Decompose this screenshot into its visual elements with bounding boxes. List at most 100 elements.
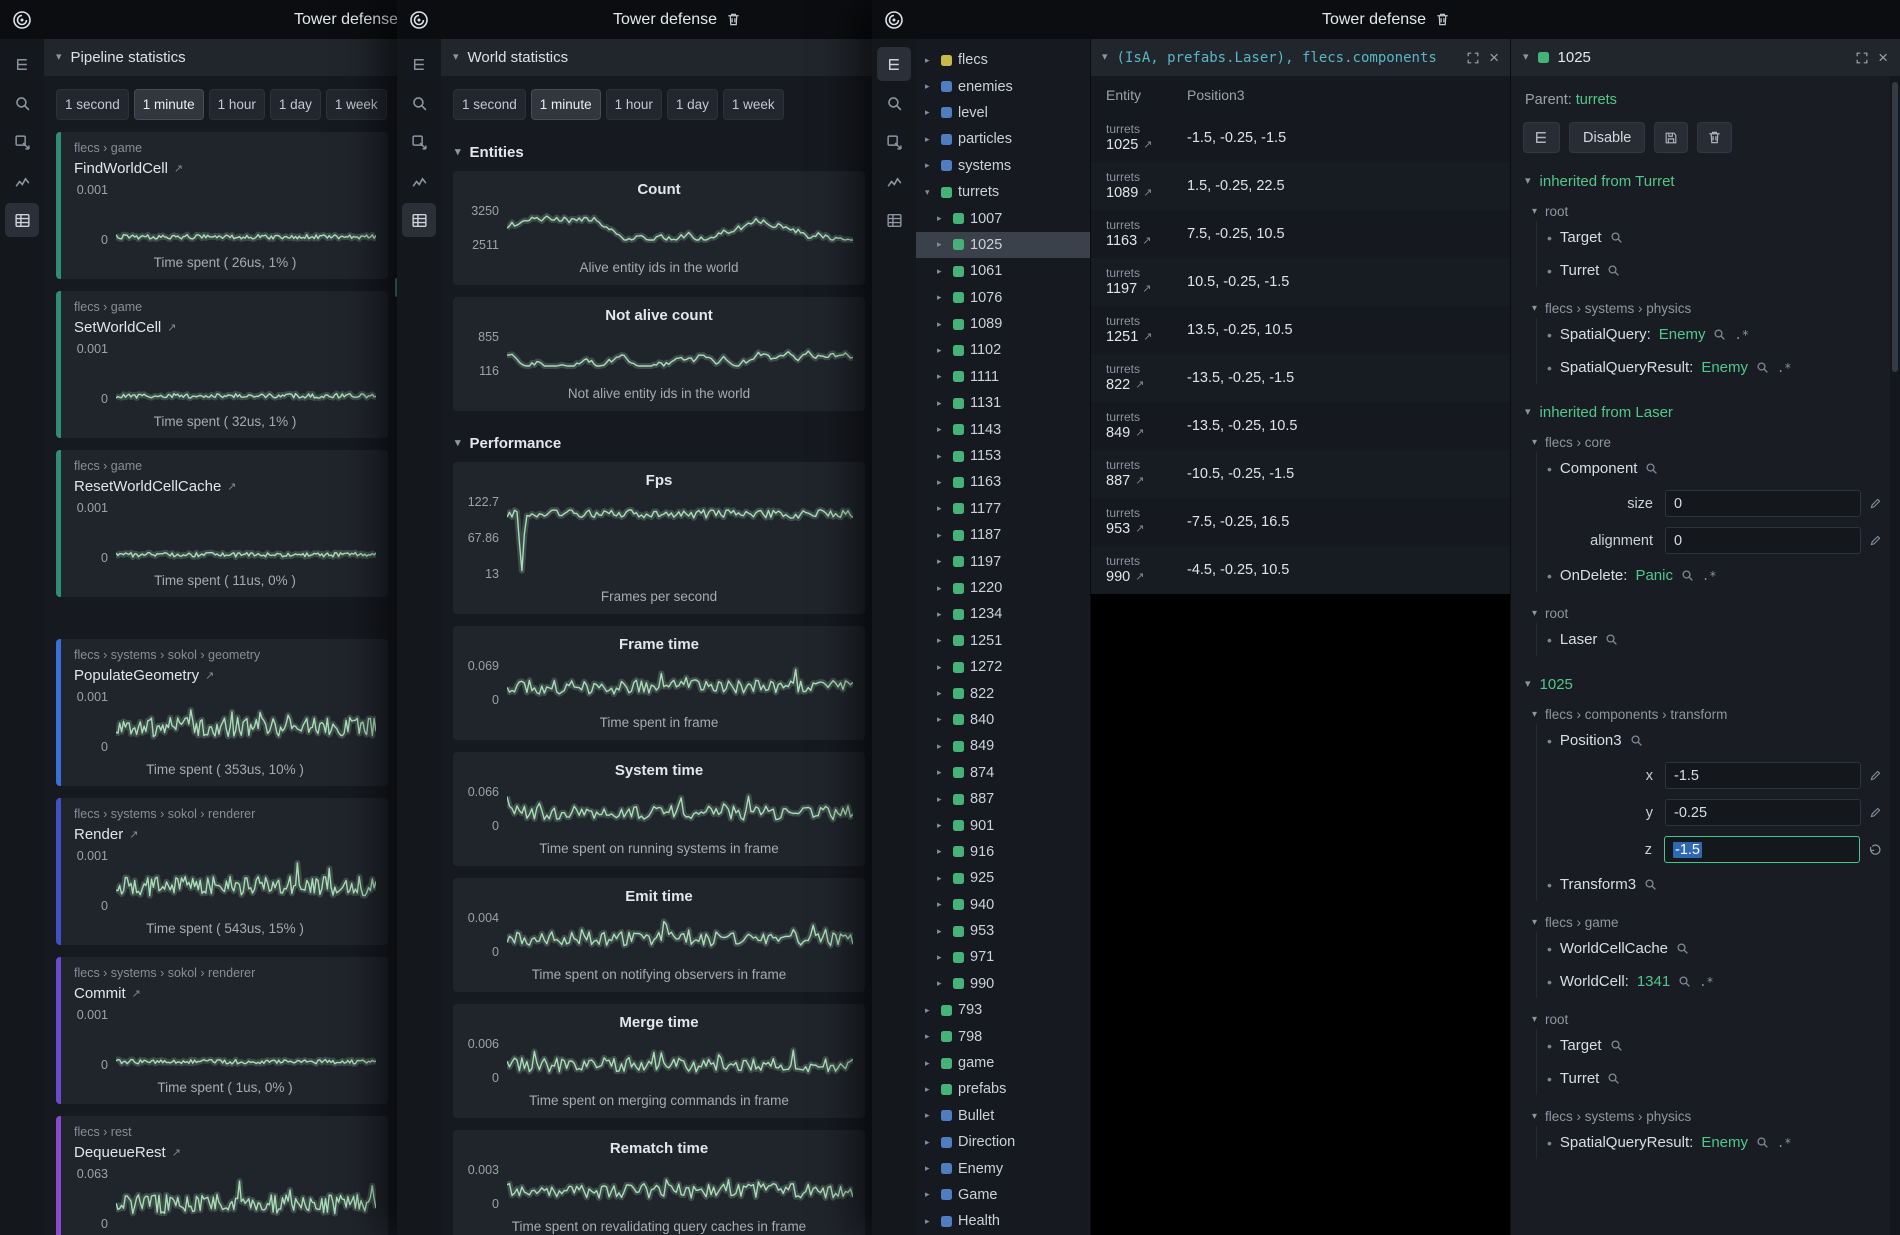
external-link-icon[interactable]: ↗ bbox=[205, 669, 214, 682]
chevron-right-icon[interactable]: ▸ bbox=[925, 134, 935, 145]
query-expression[interactable]: (IsA, prefabs.Laser), flecs.components bbox=[1117, 50, 1458, 66]
chevron-right-icon[interactable]: ▸ bbox=[937, 345, 947, 356]
external-link-icon[interactable]: ↗ bbox=[1142, 235, 1151, 248]
chevron-right-icon[interactable]: ▸ bbox=[937, 741, 947, 752]
time-range-1-hour[interactable]: 1 hour bbox=[606, 89, 662, 120]
time-range-1-hour[interactable]: 1 hour bbox=[209, 89, 265, 120]
component-path[interactable]: ▾root bbox=[1532, 204, 1884, 219]
external-link-icon[interactable]: ↗ bbox=[1135, 379, 1144, 392]
column-header-position3[interactable]: Position3 bbox=[1187, 87, 1245, 103]
chevron-down-icon[interactable]: ▾ bbox=[1102, 52, 1108, 63]
chevron-right-icon[interactable]: ▸ bbox=[937, 503, 947, 514]
tree-item-level[interactable]: ▸level bbox=[916, 100, 1090, 126]
time-range-1-day[interactable]: 1 day bbox=[270, 89, 321, 120]
tree-item-971[interactable]: ▸971 bbox=[916, 944, 1090, 970]
inspect-tool-button[interactable] bbox=[402, 125, 436, 159]
tree-item-Health[interactable]: ▸Health bbox=[916, 1208, 1090, 1234]
tree-item-874[interactable]: ▸874 bbox=[916, 760, 1090, 786]
chevron-right-icon[interactable]: ▸ bbox=[925, 107, 935, 118]
edit-icon[interactable] bbox=[1869, 534, 1882, 547]
component-row[interactable]: •WorldCellCache bbox=[1537, 932, 1884, 965]
component-row[interactable]: •Laser bbox=[1537, 623, 1884, 656]
chevron-right-icon[interactable]: ▸ bbox=[925, 160, 935, 171]
tree-item-Enemy[interactable]: ▸Enemy bbox=[916, 1155, 1090, 1181]
value-input-size[interactable]: 0 bbox=[1665, 490, 1861, 517]
chart-tool-button[interactable] bbox=[402, 164, 436, 198]
query-result-row[interactable]: turrets1251↗13.5, -0.25, 10.5 bbox=[1091, 306, 1510, 354]
component-value[interactable]: Panic bbox=[1635, 567, 1673, 584]
table-tool-button[interactable] bbox=[402, 203, 436, 237]
chevron-right-icon[interactable]: ▸ bbox=[925, 1058, 935, 1069]
tree-item-793[interactable]: ▸793 bbox=[916, 997, 1090, 1023]
tree-item-1143[interactable]: ▸1143 bbox=[916, 416, 1090, 442]
chevron-right-icon[interactable]: ▸ bbox=[937, 662, 947, 673]
component-row[interactable]: •Target bbox=[1537, 221, 1884, 254]
tree-item-enemies[interactable]: ▸enemies bbox=[916, 73, 1090, 99]
query-result-row[interactable]: turrets1025↗-1.5, -0.25, -1.5 bbox=[1091, 114, 1510, 162]
tree-item-822[interactable]: ▸822 bbox=[916, 680, 1090, 706]
chevron-right-icon[interactable]: ▸ bbox=[937, 926, 947, 937]
chevron-right-icon[interactable]: ▸ bbox=[925, 1031, 935, 1042]
section-header[interactable]: ▾Entities bbox=[453, 132, 865, 171]
tree-item-940[interactable]: ▸940 bbox=[916, 892, 1090, 918]
search-icon[interactable] bbox=[1610, 1039, 1623, 1052]
component-row[interactable]: •Target bbox=[1537, 1029, 1884, 1062]
external-link-icon[interactable]: ↗ bbox=[1135, 475, 1144, 488]
tree-item-916[interactable]: ▸916 bbox=[916, 839, 1090, 865]
entity-id[interactable]: 1089 bbox=[1106, 185, 1138, 202]
chevron-right-icon[interactable]: ▸ bbox=[937, 767, 947, 778]
chevron-right-icon[interactable]: ▸ bbox=[925, 1110, 935, 1121]
table-tool-button[interactable] bbox=[5, 203, 39, 237]
tree-item-1111[interactable]: ▸1111 bbox=[916, 364, 1090, 390]
edit-icon[interactable] bbox=[1869, 806, 1882, 819]
chevron-right-icon[interactable]: ▸ bbox=[937, 266, 947, 277]
component-row[interactable]: •SpatialQuery:Enemy.* bbox=[1537, 318, 1884, 351]
external-link-icon[interactable]: ↗ bbox=[1135, 427, 1144, 440]
chevron-right-icon[interactable]: ▸ bbox=[925, 1005, 935, 1016]
tree-item-systems[interactable]: ▸systems bbox=[916, 153, 1090, 179]
chevron-right-icon[interactable]: ▸ bbox=[925, 1163, 935, 1174]
table-tool-button[interactable] bbox=[877, 203, 911, 237]
tree-tool-button[interactable] bbox=[402, 47, 436, 81]
chevron-right-icon[interactable]: ▸ bbox=[937, 477, 947, 488]
chevron-right-icon[interactable]: ▸ bbox=[937, 978, 947, 989]
component-path[interactable]: ▾flecs › core bbox=[1532, 435, 1884, 450]
chevron-right-icon[interactable]: ▸ bbox=[937, 239, 947, 250]
query-result-row[interactable]: turrets822↗-13.5, -0.25, -1.5 bbox=[1091, 354, 1510, 402]
time-range-1-week[interactable]: 1 week bbox=[723, 89, 784, 120]
tree-item-840[interactable]: ▸840 bbox=[916, 707, 1090, 733]
expand-icon[interactable] bbox=[1855, 51, 1869, 65]
search-icon[interactable] bbox=[1756, 361, 1769, 374]
external-link-icon[interactable]: ↗ bbox=[167, 321, 176, 334]
stat-name[interactable]: DequeueRest↗ bbox=[74, 1141, 376, 1163]
component-value[interactable]: 1341 bbox=[1637, 973, 1670, 990]
chevron-right-icon[interactable]: ▸ bbox=[937, 714, 947, 725]
time-range-1-week[interactable]: 1 week bbox=[326, 89, 387, 120]
chevron-right-icon[interactable]: ▸ bbox=[937, 398, 947, 409]
search-icon[interactable] bbox=[1678, 975, 1691, 988]
entity-id[interactable]: 953 bbox=[1106, 521, 1130, 538]
chevron-right-icon[interactable]: ▸ bbox=[937, 635, 947, 646]
expand-icon[interactable] bbox=[1466, 51, 1480, 65]
search-tool-button[interactable] bbox=[877, 86, 911, 120]
entity-id[interactable]: 849 bbox=[1106, 425, 1130, 442]
chevron-right-icon[interactable]: ▸ bbox=[937, 846, 947, 857]
component-path[interactable]: ▾flecs › game bbox=[1532, 915, 1884, 930]
inspector-group-header[interactable]: ▾inherited from Laser bbox=[1525, 404, 1884, 421]
search-icon[interactable] bbox=[1605, 633, 1618, 646]
chart-tool-button[interactable] bbox=[877, 164, 911, 198]
chevron-right-icon[interactable]: ▸ bbox=[937, 794, 947, 805]
query-result-row[interactable]: turrets1197↗10.5, -0.25, -1.5 bbox=[1091, 258, 1510, 306]
search-icon[interactable] bbox=[1645, 462, 1658, 475]
close-icon[interactable]: × bbox=[1489, 49, 1499, 66]
external-link-icon[interactable]: ↗ bbox=[132, 987, 141, 1000]
section-header[interactable]: ▾Performance bbox=[453, 423, 865, 462]
component-row[interactable]: •WorldCell:1341.* bbox=[1537, 965, 1884, 998]
stat-name[interactable]: ResetWorldCellCache↗ bbox=[74, 475, 376, 497]
chevron-right-icon[interactable]: ▸ bbox=[925, 81, 935, 92]
component-path[interactable]: ▾root bbox=[1532, 1012, 1884, 1027]
chevron-right-icon[interactable]: ▸ bbox=[937, 292, 947, 303]
tree-item-798[interactable]: ▸798 bbox=[916, 1023, 1090, 1049]
value-input-y[interactable]: -0.25 bbox=[1665, 799, 1861, 826]
component-path[interactable]: ▾flecs › components › transform bbox=[1532, 707, 1884, 722]
